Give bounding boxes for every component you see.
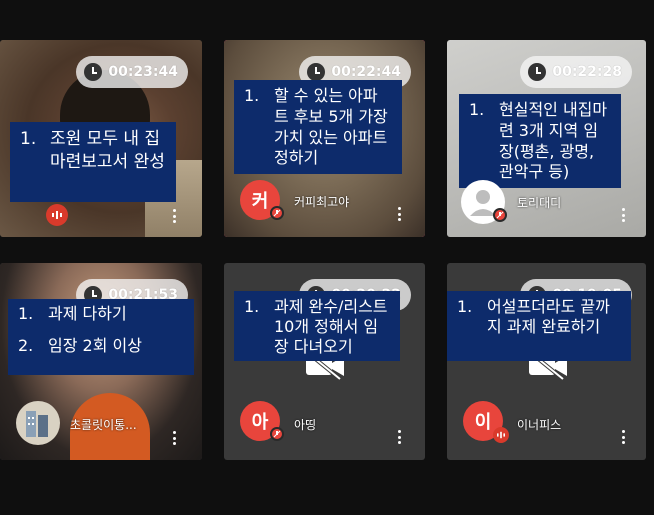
more-options-icon[interactable] bbox=[617, 428, 629, 446]
note-item: 1. 과제 완수/리스트 10개 정해서 임장 다녀오기 bbox=[244, 297, 388, 356]
participant-name: 이너피스 bbox=[517, 418, 562, 432]
mic-muted-icon bbox=[270, 206, 284, 220]
more-options-icon[interactable] bbox=[617, 206, 629, 224]
goal-note: 1. 어설프더라도 끝까지 과제 완료하기 bbox=[447, 291, 631, 361]
note-item: 1. 과제 다하기 bbox=[18, 304, 127, 323]
participant-name: 커피최고야 bbox=[294, 195, 350, 209]
clock-icon bbox=[528, 63, 547, 81]
speaking-indicator-icon bbox=[493, 427, 509, 443]
participant-avatar bbox=[16, 401, 60, 445]
note-item: 1. 현실적인 내집마련 3개 지역 임장(평촌, 광명, 관악구 등) bbox=[469, 100, 608, 182]
participant-name: 초콜릿이통... bbox=[70, 418, 137, 432]
participant-tile-3[interactable]: 00:22:28 1. 현실적인 내집마련 3개 지역 임장(평촌, 광명, 관… bbox=[447, 40, 646, 237]
goal-note: 1. 과제 다하기 2. 임장 2회 이상 bbox=[8, 299, 194, 375]
participant-tile-2[interactable]: 00:22:44 1. 할 수 있는 아파트 후보 5개 가장 가치 있는 아파… bbox=[224, 40, 425, 237]
note-item: 1. 어설프더라도 끝까지 과제 완료하기 bbox=[457, 297, 610, 336]
goal-note: 1. 과제 완수/리스트 10개 정해서 임장 다녀오기 bbox=[234, 291, 400, 361]
mic-muted-icon bbox=[493, 208, 507, 222]
goal-note: 1. 할 수 있는 아파트 후보 5개 가장 가치 있는 아파트 정하기 bbox=[234, 80, 402, 174]
goal-note: 1. 현실적인 내집마련 3개 지역 임장(평촌, 광명, 관악구 등) bbox=[459, 94, 621, 188]
more-options-icon[interactable] bbox=[393, 205, 405, 223]
more-options-icon[interactable] bbox=[168, 207, 180, 225]
note-item: 1. 조원 모두 내 집마련보고서 완성 bbox=[20, 129, 165, 172]
goal-note: 1. 조원 모두 내 집마련보고서 완성 bbox=[10, 122, 176, 202]
speaking-indicator-icon bbox=[46, 204, 68, 226]
note-item: 1. 할 수 있는 아파트 후보 5개 가장 가치 있는 아파트 정하기 bbox=[244, 86, 388, 168]
elapsed-timer: 00:22:28 bbox=[520, 56, 632, 88]
clock-icon bbox=[84, 63, 103, 81]
more-options-icon[interactable] bbox=[393, 428, 405, 446]
participant-tile-6[interactable]: 00:19:05 1. 어설프더라도 끝까지 과제 완료하기 이 이너피스 bbox=[447, 263, 646, 460]
clock-icon bbox=[307, 63, 326, 81]
participant-name: 아띵 bbox=[294, 418, 317, 432]
more-options-icon[interactable] bbox=[168, 429, 180, 447]
participant-tile-1[interactable]: 00:23:44 1. 조원 모두 내 집마련보고서 완성 bbox=[0, 40, 202, 237]
participant-tile-4[interactable]: 00:21:53 1. 과제 다하기 2. 임장 2회 이상 초콜릿이통... bbox=[0, 263, 202, 460]
participant-tile-5[interactable]: 00:20:22 1. 과제 완수/리스트 10개 정해서 임장 다녀오기 아 … bbox=[224, 263, 425, 460]
note-item: 2. 임장 2회 이상 bbox=[18, 336, 142, 356]
elapsed-timer: 00:23:44 bbox=[76, 56, 188, 88]
mic-muted-icon bbox=[270, 427, 284, 441]
participant-name: 토리대디 bbox=[517, 196, 562, 210]
